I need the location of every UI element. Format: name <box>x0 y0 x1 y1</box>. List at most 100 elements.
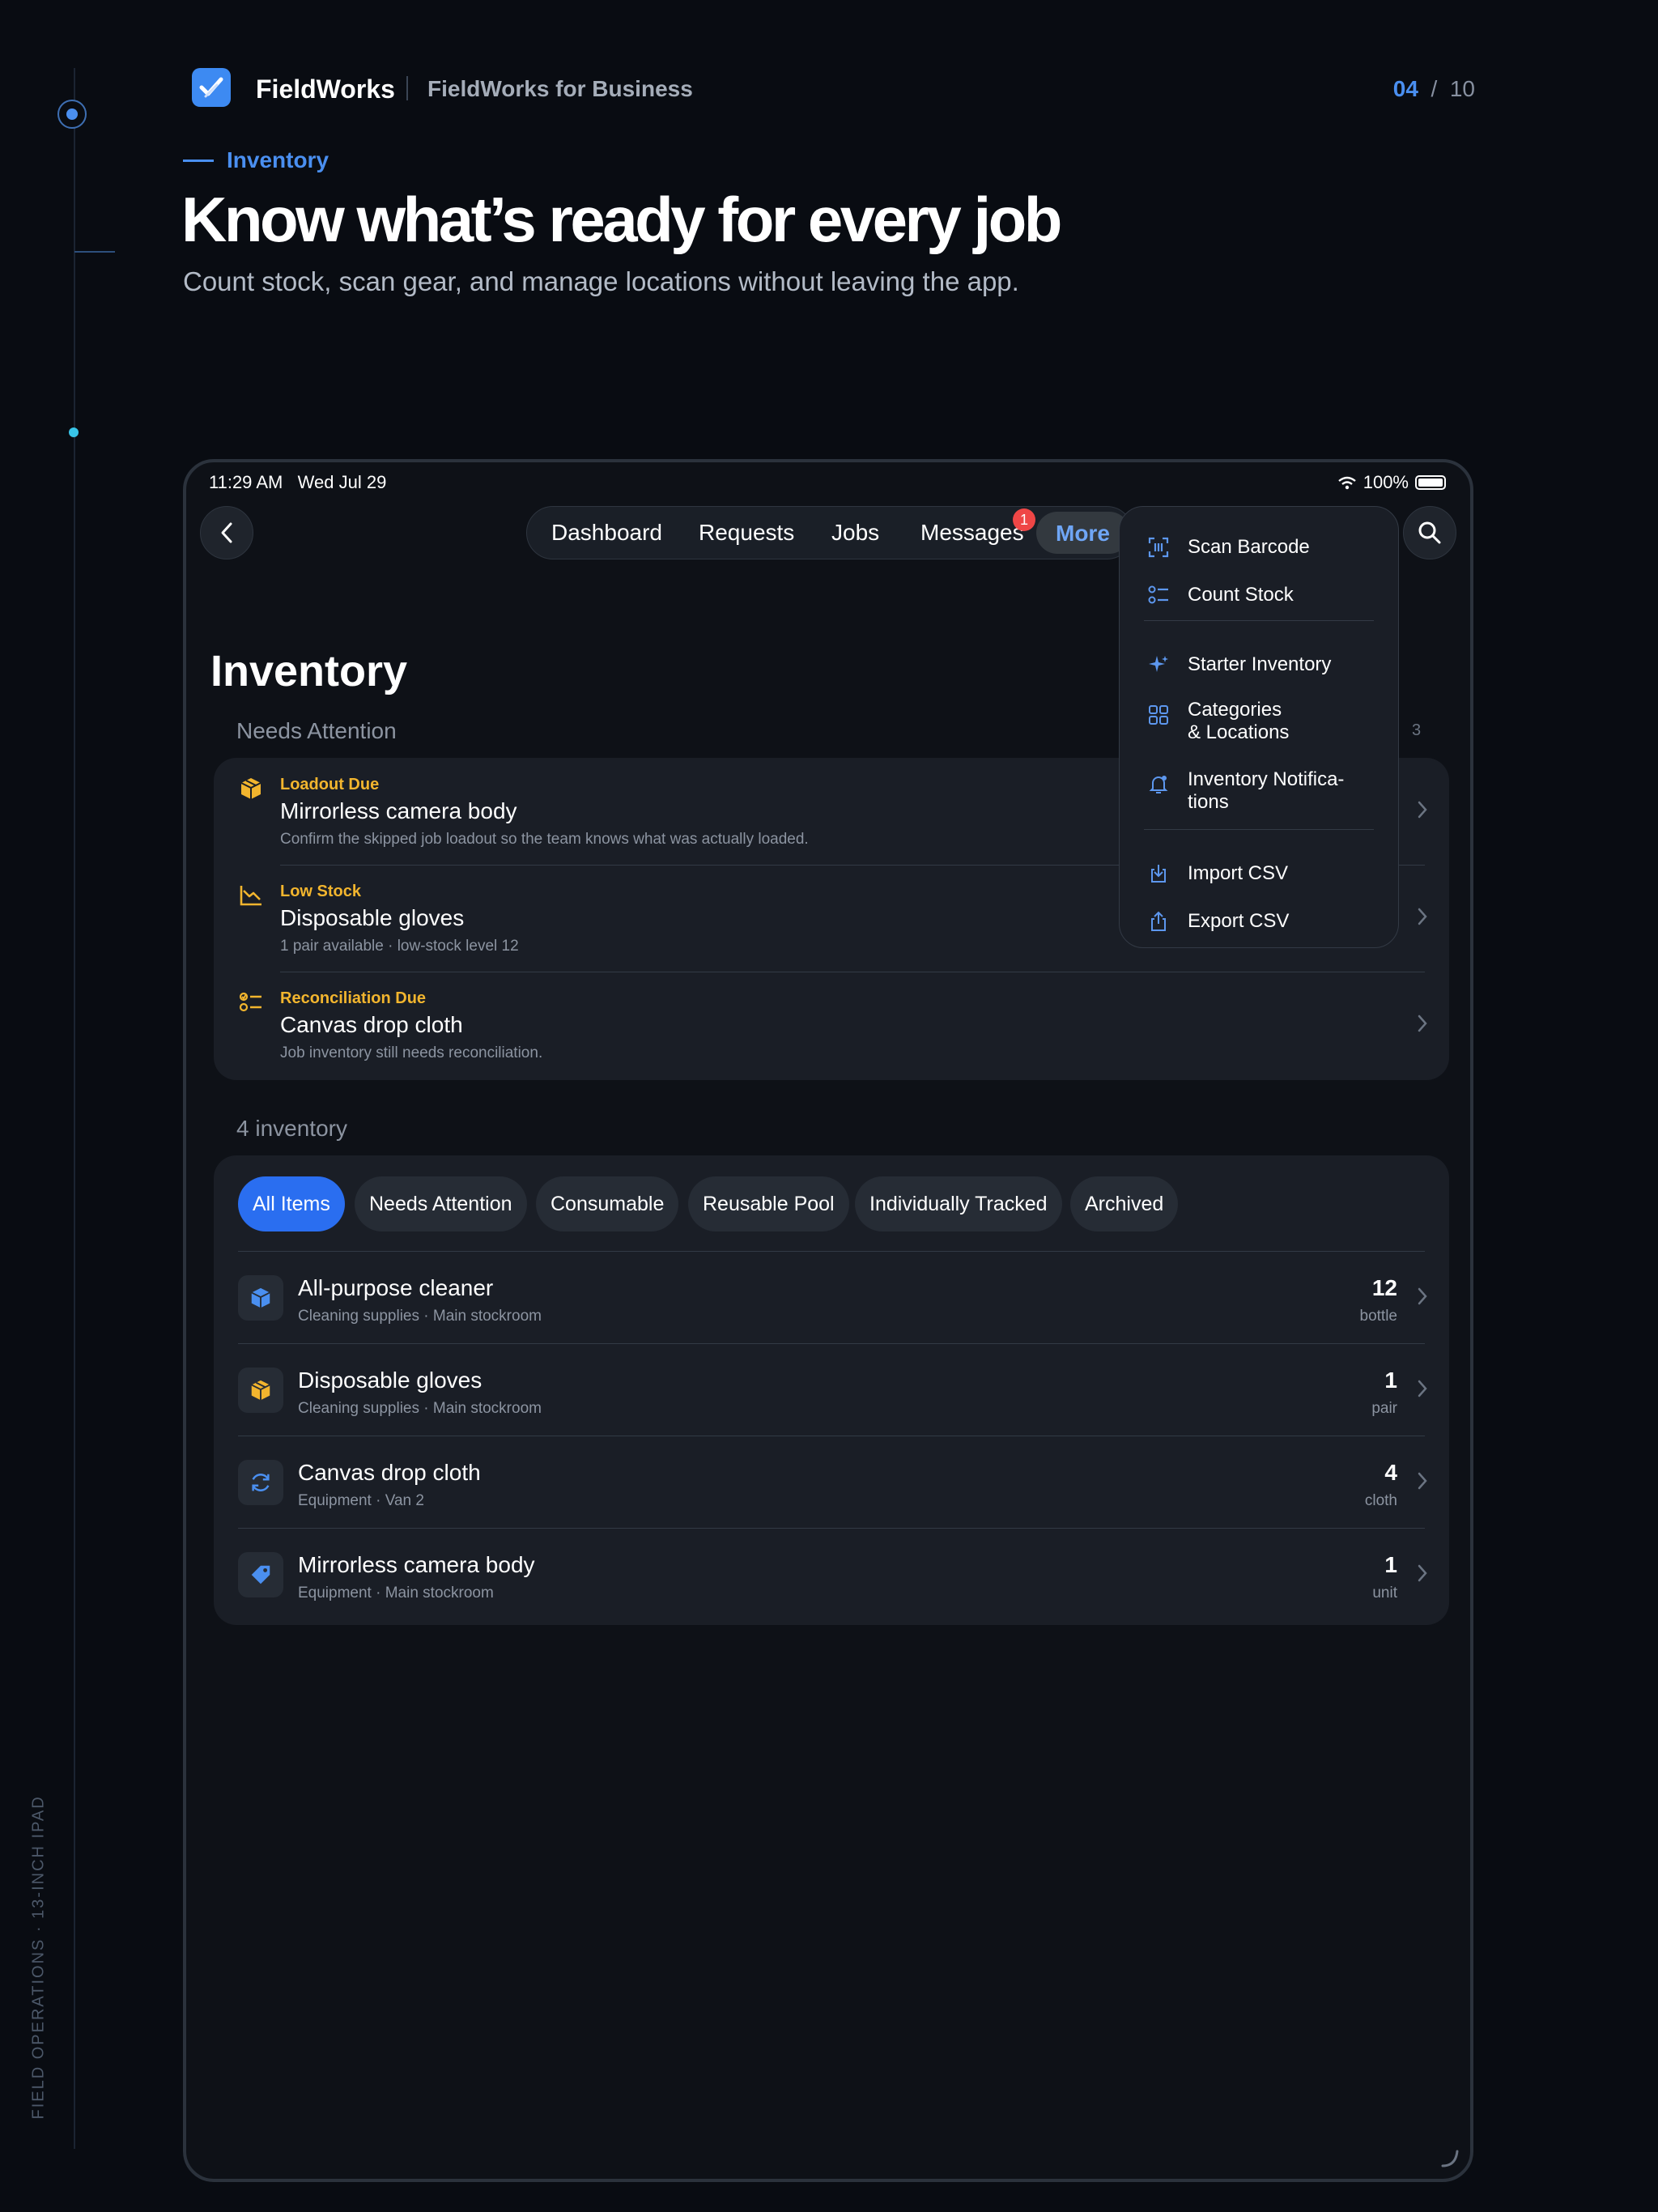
item-meta: Equipment · Van 2 <box>298 1492 424 1509</box>
top-tab-bar: Dashboard Requests Jobs Messages 1 More <box>526 506 1133 559</box>
export-icon <box>1151 911 1166 931</box>
import-icon <box>1151 865 1166 883</box>
checklist-icon <box>1148 585 1168 604</box>
tab-dashboard[interactable]: Dashboard <box>551 520 662 546</box>
cube-icon <box>251 1287 270 1308</box>
item-icon-box <box>238 1368 283 1413</box>
resize-handle-icon[interactable] <box>1439 2148 1460 2169</box>
filter-all-items[interactable]: All Items <box>238 1176 345 1231</box>
page-total: 10 <box>1449 76 1475 101</box>
menu-label: Import CSV <box>1188 862 1289 884</box>
menu-label: Starter Inventory <box>1188 653 1332 675</box>
item-qty: 4 <box>1384 1460 1397 1485</box>
attention-tag: Loadout Due <box>280 776 380 793</box>
item-name: Disposable gloves <box>298 1368 483 1393</box>
menu-label: Export CSV <box>1188 910 1290 932</box>
barcode-scan-icon <box>1148 537 1169 558</box>
item-meta: Cleaning supplies · Main stockroom <box>298 1400 542 1417</box>
chevron-right-icon <box>1418 1015 1427 1032</box>
inventory-row[interactable]: Canvas drop cloth Equipment · Van 2 4 cl… <box>214 1436 1449 1528</box>
needs-attention-count: 3 <box>1412 721 1422 739</box>
menu-inventory-notifications[interactable]: Inventory Notifica- tions <box>1120 759 1398 813</box>
menu-scan-barcode[interactable]: Scan Barcode <box>1120 526 1398 568</box>
back-button[interactable] <box>200 506 253 559</box>
brand-subtitle: FieldWorks for Business <box>427 76 693 101</box>
page-current: 04 <box>1392 76 1418 101</box>
attention-desc: 1 pair available · low-stock level 12 <box>280 938 519 955</box>
menu-starter-inventory[interactable]: Starter Inventory <box>1120 644 1398 686</box>
item-icon-box <box>238 1460 283 1505</box>
menu-label: Categories & Locations <box>1188 699 1290 743</box>
item-unit: cloth <box>1364 1492 1397 1509</box>
brand-name: FieldWorks <box>256 74 395 104</box>
eyebrow-rule <box>183 160 214 162</box>
item-meta: Equipment · Main stockroom <box>298 1585 494 1602</box>
filter-consumable[interactable]: Consumable <box>536 1176 679 1231</box>
filter-needs-attention[interactable]: Needs Attention <box>355 1176 527 1231</box>
timeline-dot <box>69 428 79 437</box>
chevron-right-icon <box>1418 1472 1427 1490</box>
tab-jobs[interactable]: Jobs <box>831 520 879 546</box>
tab-requests[interactable]: Requests <box>699 520 794 546</box>
attention-desc: Job inventory still needs reconciliation… <box>280 1044 543 1061</box>
chevron-right-icon <box>1418 1287 1427 1305</box>
chevron-right-icon <box>1418 1564 1427 1582</box>
inventory-row[interactable]: All-purpose cleaner Cleaning supplies · … <box>214 1251 1449 1343</box>
tab-more-label: More <box>1056 521 1110 546</box>
filter-individually-tracked[interactable]: Individually Tracked <box>855 1176 1062 1231</box>
checklist-icon <box>239 992 261 1012</box>
timeline-tick <box>74 251 115 253</box>
wifi-icon <box>1337 476 1356 490</box>
trend-down-icon <box>240 886 261 906</box>
page-counter: 04 / 10 <box>1393 76 1475 102</box>
refresh-icon <box>252 1474 270 1491</box>
inventory-row[interactable]: Mirrorless camera body Equipment · Main … <box>214 1528 1449 1620</box>
item-unit: bottle <box>1359 1308 1397 1325</box>
item-qty: 12 <box>1371 1275 1397 1300</box>
section-eyebrow: Inventory <box>227 147 329 172</box>
inventory-row[interactable]: Disposable gloves Cleaning supplies · Ma… <box>214 1343 1449 1436</box>
menu-divider <box>1144 620 1374 621</box>
menu-count-stock[interactable]: Count Stock <box>1120 574 1398 616</box>
more-menu: Scan Barcode Count Stock Starter Invento… <box>1119 506 1399 948</box>
tab-more[interactable]: More <box>1036 512 1130 554</box>
timeline-rail <box>74 68 75 2149</box>
chevron-right-icon <box>1418 801 1427 819</box>
attention-title: Mirrorless camera body <box>280 798 517 823</box>
attention-item[interactable]: Reconciliation Due Canvas drop cloth Job… <box>214 972 1449 1078</box>
inventory-card: All Items Needs Attention Consumable Reu… <box>214 1155 1449 1625</box>
messages-badge: 1 <box>1013 508 1035 531</box>
menu-export-csv[interactable]: Export CSV <box>1120 900 1398 942</box>
item-unit: unit <box>1372 1585 1397 1602</box>
bell-icon <box>1149 776 1168 793</box>
tab-messages[interactable]: Messages <box>920 520 1024 546</box>
needs-attention-heading: Needs Attention <box>236 718 397 743</box>
filter-reusable-pool[interactable]: Reusable Pool <box>688 1176 849 1231</box>
chevron-left-icon <box>221 522 232 543</box>
chevron-right-icon <box>1418 908 1427 925</box>
filter-archived[interactable]: Archived <box>1070 1176 1179 1231</box>
grid-icon <box>1149 705 1168 725</box>
menu-categories-locations[interactable]: Categories & Locations <box>1120 689 1398 743</box>
battery-icon <box>1415 475 1446 490</box>
item-qty: 1 <box>1384 1552 1397 1577</box>
item-meta: Cleaning supplies · Main stockroom <box>298 1308 542 1325</box>
item-unit: pair <box>1371 1400 1397 1417</box>
attention-title: Disposable gloves <box>280 905 465 930</box>
brand-divider <box>406 76 408 100</box>
package-icon <box>251 1380 270 1401</box>
item-icon-box <box>238 1275 283 1321</box>
item-icon-box <box>238 1552 283 1597</box>
search-button[interactable] <box>1403 506 1456 559</box>
menu-label: Count Stock <box>1188 584 1294 606</box>
status-time: 11:29 AM Wed Jul 29 <box>209 472 387 492</box>
timeline-current-marker <box>57 100 87 129</box>
item-qty: 1 <box>1384 1368 1397 1393</box>
attention-tag: Reconciliation Due <box>280 989 427 1007</box>
fieldworks-logo-icon <box>192 68 231 107</box>
chevron-right-icon <box>1418 1380 1427 1397</box>
hero-headline: Know what’s ready for every job <box>181 184 1062 255</box>
tag-icon <box>251 1565 270 1585</box>
menu-import-csv[interactable]: Import CSV <box>1120 853 1398 895</box>
item-name: Mirrorless camera body <box>298 1552 535 1577</box>
